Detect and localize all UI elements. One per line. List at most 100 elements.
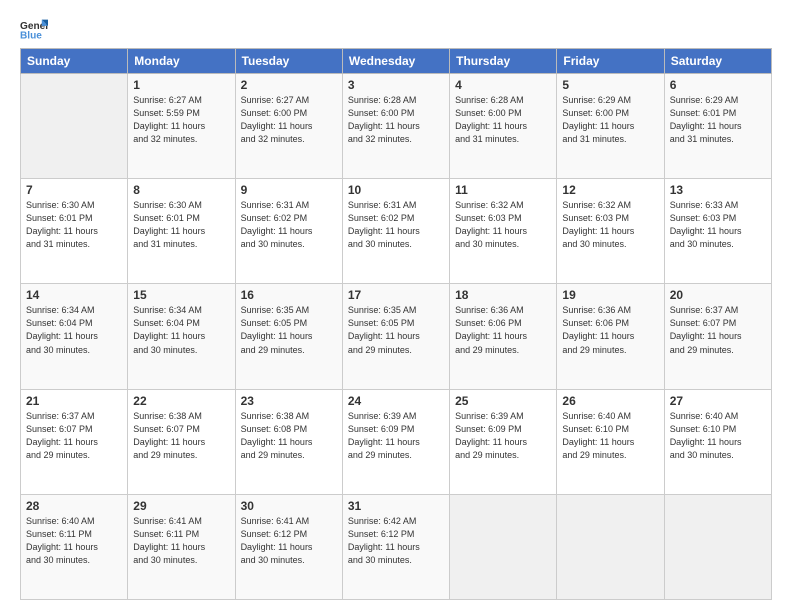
- weekday-header-wednesday: Wednesday: [342, 49, 449, 74]
- day-cell: [21, 74, 128, 179]
- day-number: 30: [241, 499, 337, 513]
- day-number: 24: [348, 394, 444, 408]
- day-cell: 1 Sunrise: 6:27 AMSunset: 5:59 PMDaylight…: [128, 74, 235, 179]
- day-detail: Sunrise: 6:38 AMSunset: 6:07 PMDaylight:…: [133, 410, 229, 462]
- weekday-header-tuesday: Tuesday: [235, 49, 342, 74]
- day-detail: Sunrise: 6:38 AMSunset: 6:08 PMDaylight:…: [241, 410, 337, 462]
- day-cell: 3 Sunrise: 6:28 AMSunset: 6:00 PMDaylight…: [342, 74, 449, 179]
- day-number: 29: [133, 499, 229, 513]
- weekday-header-friday: Friday: [557, 49, 664, 74]
- day-number: 21: [26, 394, 122, 408]
- day-detail: Sunrise: 6:37 AMSunset: 6:07 PMDaylight:…: [670, 304, 766, 356]
- day-cell: 7 Sunrise: 6:30 AMSunset: 6:01 PMDaylight…: [21, 179, 128, 284]
- week-row-4: 21Sunrise: 6:37 AMSunset: 6:07 PMDayligh…: [21, 389, 772, 494]
- day-detail: Sunrise: 6:41 AMSunset: 6:11 PMDaylight:…: [133, 515, 229, 567]
- weekday-header-row: SundayMondayTuesdayWednesdayThursdayFrid…: [21, 49, 772, 74]
- day-detail: Sunrise: 6:34 AMSunset: 6:04 PMDaylight:…: [26, 304, 122, 356]
- day-cell: 9 Sunrise: 6:31 AMSunset: 6:02 PMDaylight…: [235, 179, 342, 284]
- day-cell: 28 Sunrise: 6:40 AMSunset: 6:11 PMDayligh…: [21, 494, 128, 599]
- day-detail: Sunrise: 6:30 AMSunset: 6:01 PMDaylight:…: [26, 199, 122, 251]
- day-number: 10: [348, 183, 444, 197]
- day-detail: Sunrise: 6:35 AMSunset: 6:05 PMDaylight:…: [241, 304, 337, 356]
- day-cell: 29 Sunrise: 6:41 AMSunset: 6:11 PMDayligh…: [128, 494, 235, 599]
- day-number: 3: [348, 78, 444, 92]
- day-cell: 17Sunrise: 6:35 AMSunset: 6:05 PMDayligh…: [342, 284, 449, 389]
- day-number: 20: [670, 288, 766, 302]
- day-number: 2: [241, 78, 337, 92]
- day-number: 6: [670, 78, 766, 92]
- day-cell: 14 Sunrise: 6:34 AMSunset: 6:04 PMDayligh…: [21, 284, 128, 389]
- day-detail: Sunrise: 6:28 AMSunset: 6:00 PMDaylight:…: [348, 94, 444, 146]
- day-detail: Sunrise: 6:31 AMSunset: 6:02 PMDaylight:…: [348, 199, 444, 251]
- weekday-header-saturday: Saturday: [664, 49, 771, 74]
- day-number: 19: [562, 288, 658, 302]
- day-detail: Sunrise: 6:29 AMSunset: 6:00 PMDaylight:…: [562, 94, 658, 146]
- day-number: 1: [133, 78, 229, 92]
- day-number: 22: [133, 394, 229, 408]
- day-cell: 16 Sunrise: 6:35 AMSunset: 6:05 PMDayligh…: [235, 284, 342, 389]
- day-number: 14: [26, 288, 122, 302]
- logo-icon: General Blue: [20, 18, 48, 40]
- day-number: 31: [348, 499, 444, 513]
- day-detail: Sunrise: 6:31 AMSunset: 6:02 PMDaylight:…: [241, 199, 337, 251]
- day-number: 16: [241, 288, 337, 302]
- day-cell: 25 Sunrise: 6:39 AMSunset: 6:09 PMDayligh…: [450, 389, 557, 494]
- day-detail: Sunrise: 6:27 AMSunset: 5:59 PMDaylight:…: [133, 94, 229, 146]
- day-cell: [450, 494, 557, 599]
- day-number: 11: [455, 183, 551, 197]
- day-number: 28: [26, 499, 122, 513]
- day-cell: 18Sunrise: 6:36 AMSunset: 6:06 PMDayligh…: [450, 284, 557, 389]
- day-cell: 6 Sunrise: 6:29 AMSunset: 6:01 PMDaylight…: [664, 74, 771, 179]
- day-detail: Sunrise: 6:40 AMSunset: 6:11 PMDaylight:…: [26, 515, 122, 567]
- week-row-2: 7 Sunrise: 6:30 AMSunset: 6:01 PMDaylight…: [21, 179, 772, 284]
- day-detail: Sunrise: 6:34 AMSunset: 6:04 PMDaylight:…: [133, 304, 229, 356]
- weekday-header-monday: Monday: [128, 49, 235, 74]
- day-cell: 15 Sunrise: 6:34 AMSunset: 6:04 PMDayligh…: [128, 284, 235, 389]
- calendar-table: SundayMondayTuesdayWednesdayThursdayFrid…: [20, 48, 772, 600]
- day-detail: Sunrise: 6:32 AMSunset: 6:03 PMDaylight:…: [455, 199, 551, 251]
- day-cell: 21Sunrise: 6:37 AMSunset: 6:07 PMDayligh…: [21, 389, 128, 494]
- day-number: 13: [670, 183, 766, 197]
- day-cell: 8 Sunrise: 6:30 AMSunset: 6:01 PMDaylight…: [128, 179, 235, 284]
- day-detail: Sunrise: 6:40 AMSunset: 6:10 PMDaylight:…: [670, 410, 766, 462]
- day-cell: [664, 494, 771, 599]
- day-detail: Sunrise: 6:40 AMSunset: 6:10 PMDaylight:…: [562, 410, 658, 462]
- day-cell: 26 Sunrise: 6:40 AMSunset: 6:10 PMDayligh…: [557, 389, 664, 494]
- day-cell: 2Sunrise: 6:27 AMSunset: 6:00 PMDaylight…: [235, 74, 342, 179]
- weekday-header-thursday: Thursday: [450, 49, 557, 74]
- day-detail: Sunrise: 6:30 AMSunset: 6:01 PMDaylight:…: [133, 199, 229, 251]
- day-cell: [557, 494, 664, 599]
- day-number: 4: [455, 78, 551, 92]
- weekday-header-sunday: Sunday: [21, 49, 128, 74]
- day-cell: 13 Sunrise: 6:33 AMSunset: 6:03 PMDayligh…: [664, 179, 771, 284]
- day-cell: 22 Sunrise: 6:38 AMSunset: 6:07 PMDayligh…: [128, 389, 235, 494]
- day-number: 25: [455, 394, 551, 408]
- day-number: 9: [241, 183, 337, 197]
- day-cell: 20 Sunrise: 6:37 AMSunset: 6:07 PMDayligh…: [664, 284, 771, 389]
- day-detail: Sunrise: 6:29 AMSunset: 6:01 PMDaylight:…: [670, 94, 766, 146]
- day-detail: Sunrise: 6:39 AMSunset: 6:09 PMDaylight:…: [455, 410, 551, 462]
- day-number: 18: [455, 288, 551, 302]
- day-detail: Sunrise: 6:32 AMSunset: 6:03 PMDaylight:…: [562, 199, 658, 251]
- day-cell: 27Sunrise: 6:40 AMSunset: 6:10 PMDayligh…: [664, 389, 771, 494]
- day-detail: Sunrise: 6:42 AMSunset: 6:12 PMDaylight:…: [348, 515, 444, 567]
- day-cell: 4 Sunrise: 6:28 AMSunset: 6:00 PMDaylight…: [450, 74, 557, 179]
- day-cell: 5 Sunrise: 6:29 AMSunset: 6:00 PMDaylight…: [557, 74, 664, 179]
- day-number: 5: [562, 78, 658, 92]
- day-detail: Sunrise: 6:36 AMSunset: 6:06 PMDaylight:…: [562, 304, 658, 356]
- day-detail: Sunrise: 6:41 AMSunset: 6:12 PMDaylight:…: [241, 515, 337, 567]
- day-cell: 30 Sunrise: 6:41 AMSunset: 6:12 PMDayligh…: [235, 494, 342, 599]
- day-number: 26: [562, 394, 658, 408]
- day-number: 15: [133, 288, 229, 302]
- week-row-1: 1 Sunrise: 6:27 AMSunset: 5:59 PMDaylight…: [21, 74, 772, 179]
- week-row-5: 28 Sunrise: 6:40 AMSunset: 6:11 PMDayligh…: [21, 494, 772, 599]
- day-detail: Sunrise: 6:33 AMSunset: 6:03 PMDaylight:…: [670, 199, 766, 251]
- svg-text:Blue: Blue: [20, 30, 42, 40]
- week-row-3: 14 Sunrise: 6:34 AMSunset: 6:04 PMDayligh…: [21, 284, 772, 389]
- day-number: 7: [26, 183, 122, 197]
- day-number: 8: [133, 183, 229, 197]
- logo: General Blue: [20, 18, 48, 40]
- day-detail: Sunrise: 6:28 AMSunset: 6:00 PMDaylight:…: [455, 94, 551, 146]
- day-cell: 11 Sunrise: 6:32 AMSunset: 6:03 PMDayligh…: [450, 179, 557, 284]
- day-cell: 31 Sunrise: 6:42 AMSunset: 6:12 PMDayligh…: [342, 494, 449, 599]
